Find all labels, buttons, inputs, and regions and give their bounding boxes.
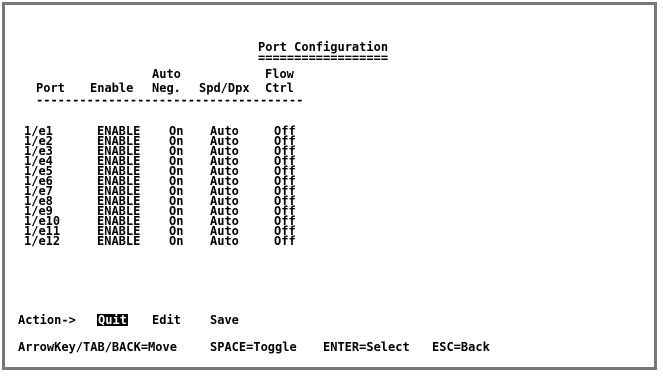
save-button[interactable]: Save [210, 314, 239, 326]
flow-ctrl-cell[interactable]: Off [274, 235, 296, 247]
enable-cell[interactable]: ENABLE [97, 235, 140, 247]
help-toggle: SPACE=Toggle [210, 340, 297, 354]
header-flow-line1: Flow [265, 67, 294, 81]
spd-dpx-cell[interactable]: Auto [210, 235, 239, 247]
title-underline: ================== [258, 51, 389, 65]
quit-button[interactable]: Quit [97, 314, 128, 326]
help-move: ArrowKey/TAB/BACK=Move [18, 340, 177, 354]
action-label: Action-> [18, 313, 76, 327]
port-cell: 1/e12 [24, 234, 61, 248]
header-auto-line1: Auto [152, 67, 181, 81]
edit-button[interactable]: Edit [152, 314, 181, 326]
help-back: ESC=Back [432, 340, 490, 354]
table-row[interactable]: 1/e12 ENABLE On Auto Off [0, 235, 360, 247]
header-separator: ------------------------------------- [36, 93, 304, 107]
terminal-screen: Port Configuration ================== Au… [0, 0, 663, 376]
auto-neg-cell[interactable]: On [169, 235, 183, 247]
help-select: ENTER=Select [323, 340, 410, 354]
